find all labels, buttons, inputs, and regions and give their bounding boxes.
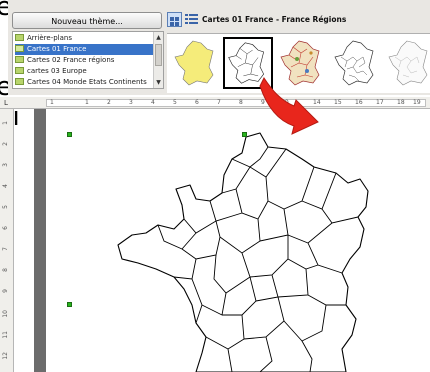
theme-list[interactable]: Arrière-plans Cartes 01 France Cartes 02… xyxy=(12,31,164,89)
ruler-tick: 8 xyxy=(2,268,9,272)
folder-icon xyxy=(15,34,24,41)
ruler-tick: 6 xyxy=(195,99,199,106)
thumbnail-france-departments-light[interactable] xyxy=(385,37,430,89)
selection-handle-top-left[interactable] xyxy=(67,132,72,137)
tab-stop-selector[interactable]: L xyxy=(0,97,12,109)
theme-item-label: Cartes 01 France xyxy=(27,45,87,53)
grid-icon[interactable] xyxy=(167,12,182,27)
ruler-tick: 16 xyxy=(355,99,363,106)
ruler-tick: 12 xyxy=(2,352,9,360)
ruler-tick: 9 xyxy=(2,289,9,293)
theme-list-scrollbar[interactable]: ▲ ▼ xyxy=(153,32,163,88)
theme-title: Cartes 01 France - France Régions xyxy=(202,15,347,24)
document-page[interactable] xyxy=(46,109,430,372)
selection-handle-top-center[interactable] xyxy=(242,132,247,137)
ruler-tick: 1 xyxy=(50,99,54,106)
ruler-tick: 8 xyxy=(239,99,243,106)
theme-item-cartes-03-europe[interactable]: cartes 03 Europe xyxy=(15,66,155,77)
thumbnail-france-departments-outline[interactable] xyxy=(331,37,381,89)
theme-item-cartes-02-france-regions[interactable]: Cartes 02 France régions xyxy=(15,55,155,66)
theme-item-cartes-01-france[interactable]: Cartes 01 France xyxy=(15,44,155,55)
ruler-tick: 1 xyxy=(2,121,9,125)
scroll-up-icon[interactable]: ▲ xyxy=(155,33,162,42)
ruler-tick: 7 xyxy=(217,99,221,106)
folder-icon xyxy=(15,78,24,85)
theme-item-cartes-04-monde[interactable]: Cartes 04 Monde Etats Continents xyxy=(15,77,155,88)
curved-arrow-icon xyxy=(259,77,319,135)
scrollbar-thumb[interactable] xyxy=(155,44,162,66)
folder-icon xyxy=(15,56,24,63)
ruler-tick: 17 xyxy=(376,99,384,106)
ruler-tick: 4 xyxy=(2,184,9,188)
theme-item-label: Arrière-plans xyxy=(27,34,72,42)
ruler-tick: 7 xyxy=(2,247,9,251)
folder-icon xyxy=(15,67,24,74)
theme-item-label: Cartes 02 France régions xyxy=(27,56,115,64)
ruler-tick: 4 xyxy=(151,99,155,106)
ruler-tick: 18 xyxy=(397,99,405,106)
ruler-tick: 5 xyxy=(173,99,177,106)
thumbnail-france-yellow[interactable] xyxy=(171,37,221,89)
france-regions-map[interactable] xyxy=(46,109,430,372)
ruler-tick: 10 xyxy=(2,310,9,318)
folder-icon xyxy=(15,45,24,52)
new-theme-button[interactable]: Nouveau thème... xyxy=(12,12,162,29)
ruler-tick: 3 xyxy=(2,163,9,167)
theme-item-label: cartes 03 Europe xyxy=(27,67,87,75)
selection-handle-middle-left[interactable] xyxy=(67,302,72,307)
ruler-tick: 1 xyxy=(85,99,89,106)
ruler-tick: 19 xyxy=(413,99,421,106)
list-icon[interactable] xyxy=(184,12,199,27)
ruler-tick: 6 xyxy=(2,226,9,230)
ruler-tick: 5 xyxy=(2,205,9,209)
ruler-tick: 2 xyxy=(107,99,111,106)
theme-item-arriere-plans[interactable]: Arrière-plans xyxy=(15,33,155,44)
ruler-tick: 11 xyxy=(2,331,9,339)
theme-item-label: Cartes 04 Monde Etats Continents xyxy=(27,78,147,86)
page-margin-shadow xyxy=(34,109,46,372)
horizontal-ruler[interactable]: L 1 1 2 3 4 5 6 7 8 9 10 14 15 16 17 18 … xyxy=(0,97,430,109)
ruler-track[interactable]: 1 1 2 3 4 5 6 7 8 9 10 14 15 16 17 18 19 xyxy=(46,99,426,107)
ruler-tick: 15 xyxy=(334,99,342,106)
ruler-tick: 2 xyxy=(2,142,9,146)
scroll-down-icon[interactable]: ▼ xyxy=(155,78,162,87)
vertical-ruler[interactable]: 1 2 3 4 5 6 7 8 9 10 11 12 xyxy=(0,109,14,372)
ruler-tick: 3 xyxy=(129,99,133,106)
